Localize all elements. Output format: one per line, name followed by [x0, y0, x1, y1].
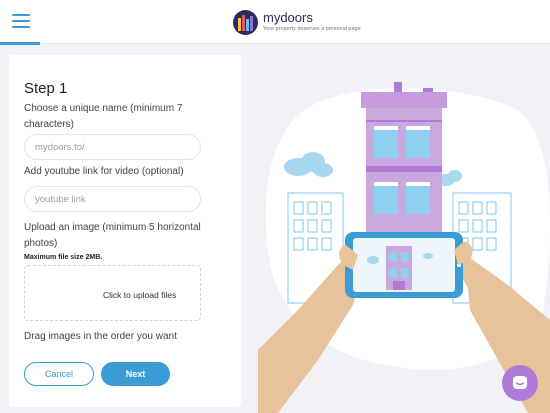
brand-name: mydoors: [263, 10, 313, 25]
step-title: Step 1: [24, 80, 68, 97]
brand-tagline: Your property deserves a personal page: [263, 26, 361, 32]
upload-prompt: Click to upload files: [103, 290, 177, 300]
brand-logo-link[interactable]: mydoors Your property deserves a persona…: [233, 7, 361, 37]
top-header: mydoors Your property deserves a persona…: [0, 0, 550, 45]
smartphone: [345, 232, 463, 298]
phone-photographing-building-illustration: [258, 60, 550, 413]
youtube-link-input[interactable]: [24, 186, 201, 212]
menu-active-indicator: [0, 42, 40, 45]
drag-order-hint: Drag images in the order you want: [24, 331, 177, 342]
file-upload-dropzone[interactable]: Click to upload files: [24, 265, 201, 321]
unique-name-input[interactable]: [24, 134, 201, 160]
step-form-card: Step 1 Choose a unique name (minimum 7 c…: [9, 55, 241, 407]
hamburger-menu-icon[interactable]: [12, 14, 30, 28]
youtube-field-label: Add youtube link for video (optional): [24, 166, 184, 177]
chat-icon: [513, 376, 527, 389]
name-field-label: Choose a unique name (minimum 7 characte…: [24, 103, 183, 130]
central-building: [361, 82, 447, 238]
upload-field-label: Upload an image (minimum 5 horizontal ph…: [24, 222, 201, 249]
mydoors-logo-icon: [233, 9, 258, 35]
chat-bubble-icon[interactable]: [502, 365, 538, 401]
max-file-size-note: Maximum file size 2MB.: [24, 254, 103, 261]
cancel-button[interactable]: Cancel: [24, 362, 94, 386]
illustration-svg: [258, 82, 550, 413]
next-button[interactable]: Next: [101, 362, 170, 386]
